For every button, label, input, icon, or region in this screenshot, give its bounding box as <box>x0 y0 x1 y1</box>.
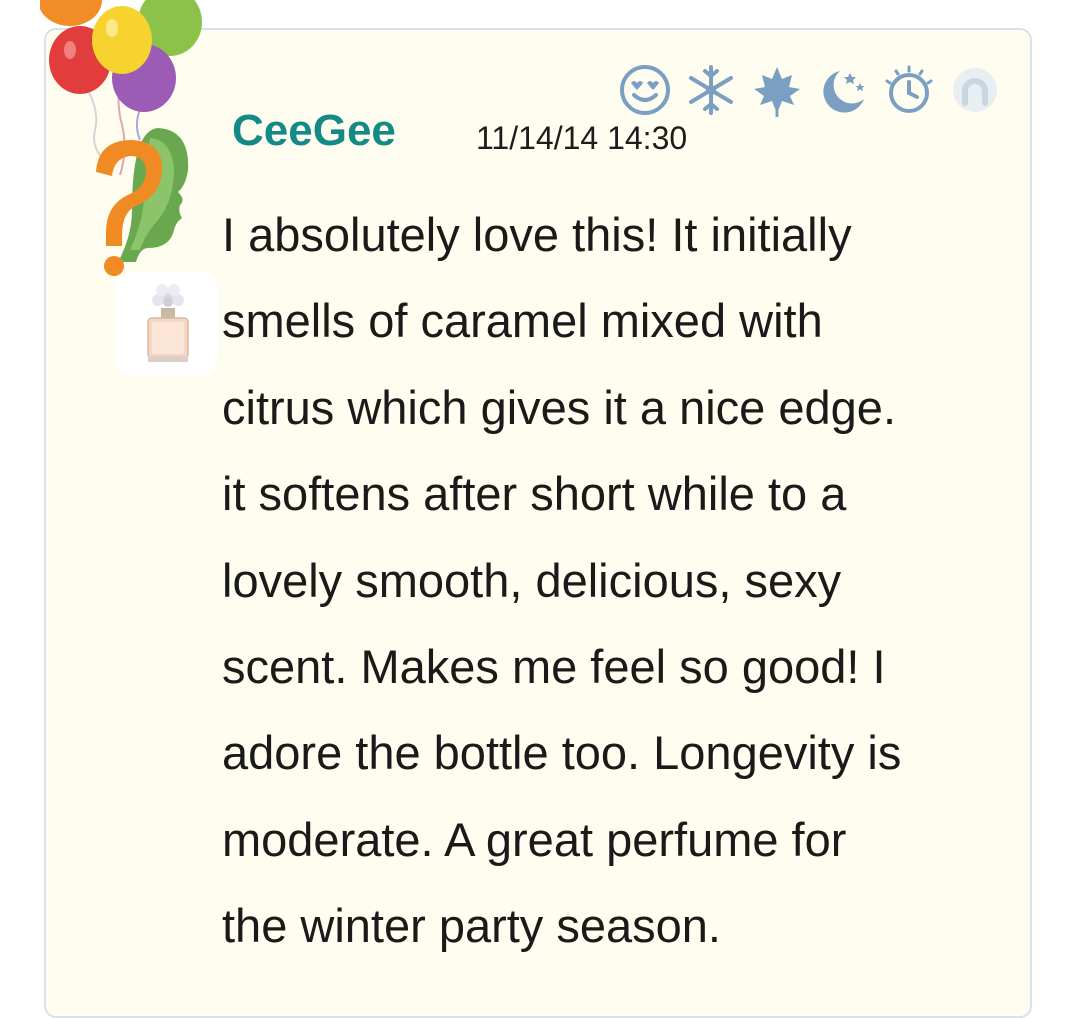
spring-icon <box>946 61 1004 119</box>
reviewer-name[interactable]: CeeGee <box>232 106 396 156</box>
day-icon <box>880 61 938 119</box>
love-rating-icon <box>616 61 674 119</box>
perfume-bottle-icon <box>116 272 218 376</box>
rating-icons-bar <box>616 60 1004 120</box>
review-timestamp: 11/14/14 14:30 <box>476 120 688 156</box>
night-icon <box>814 61 872 119</box>
fall-icon <box>748 61 806 119</box>
question-head-icon <box>96 128 189 276</box>
winter-icon <box>682 61 740 119</box>
avatar-decoration <box>40 0 218 376</box>
review-text: I absolutely love this! It initially sme… <box>222 208 902 953</box>
